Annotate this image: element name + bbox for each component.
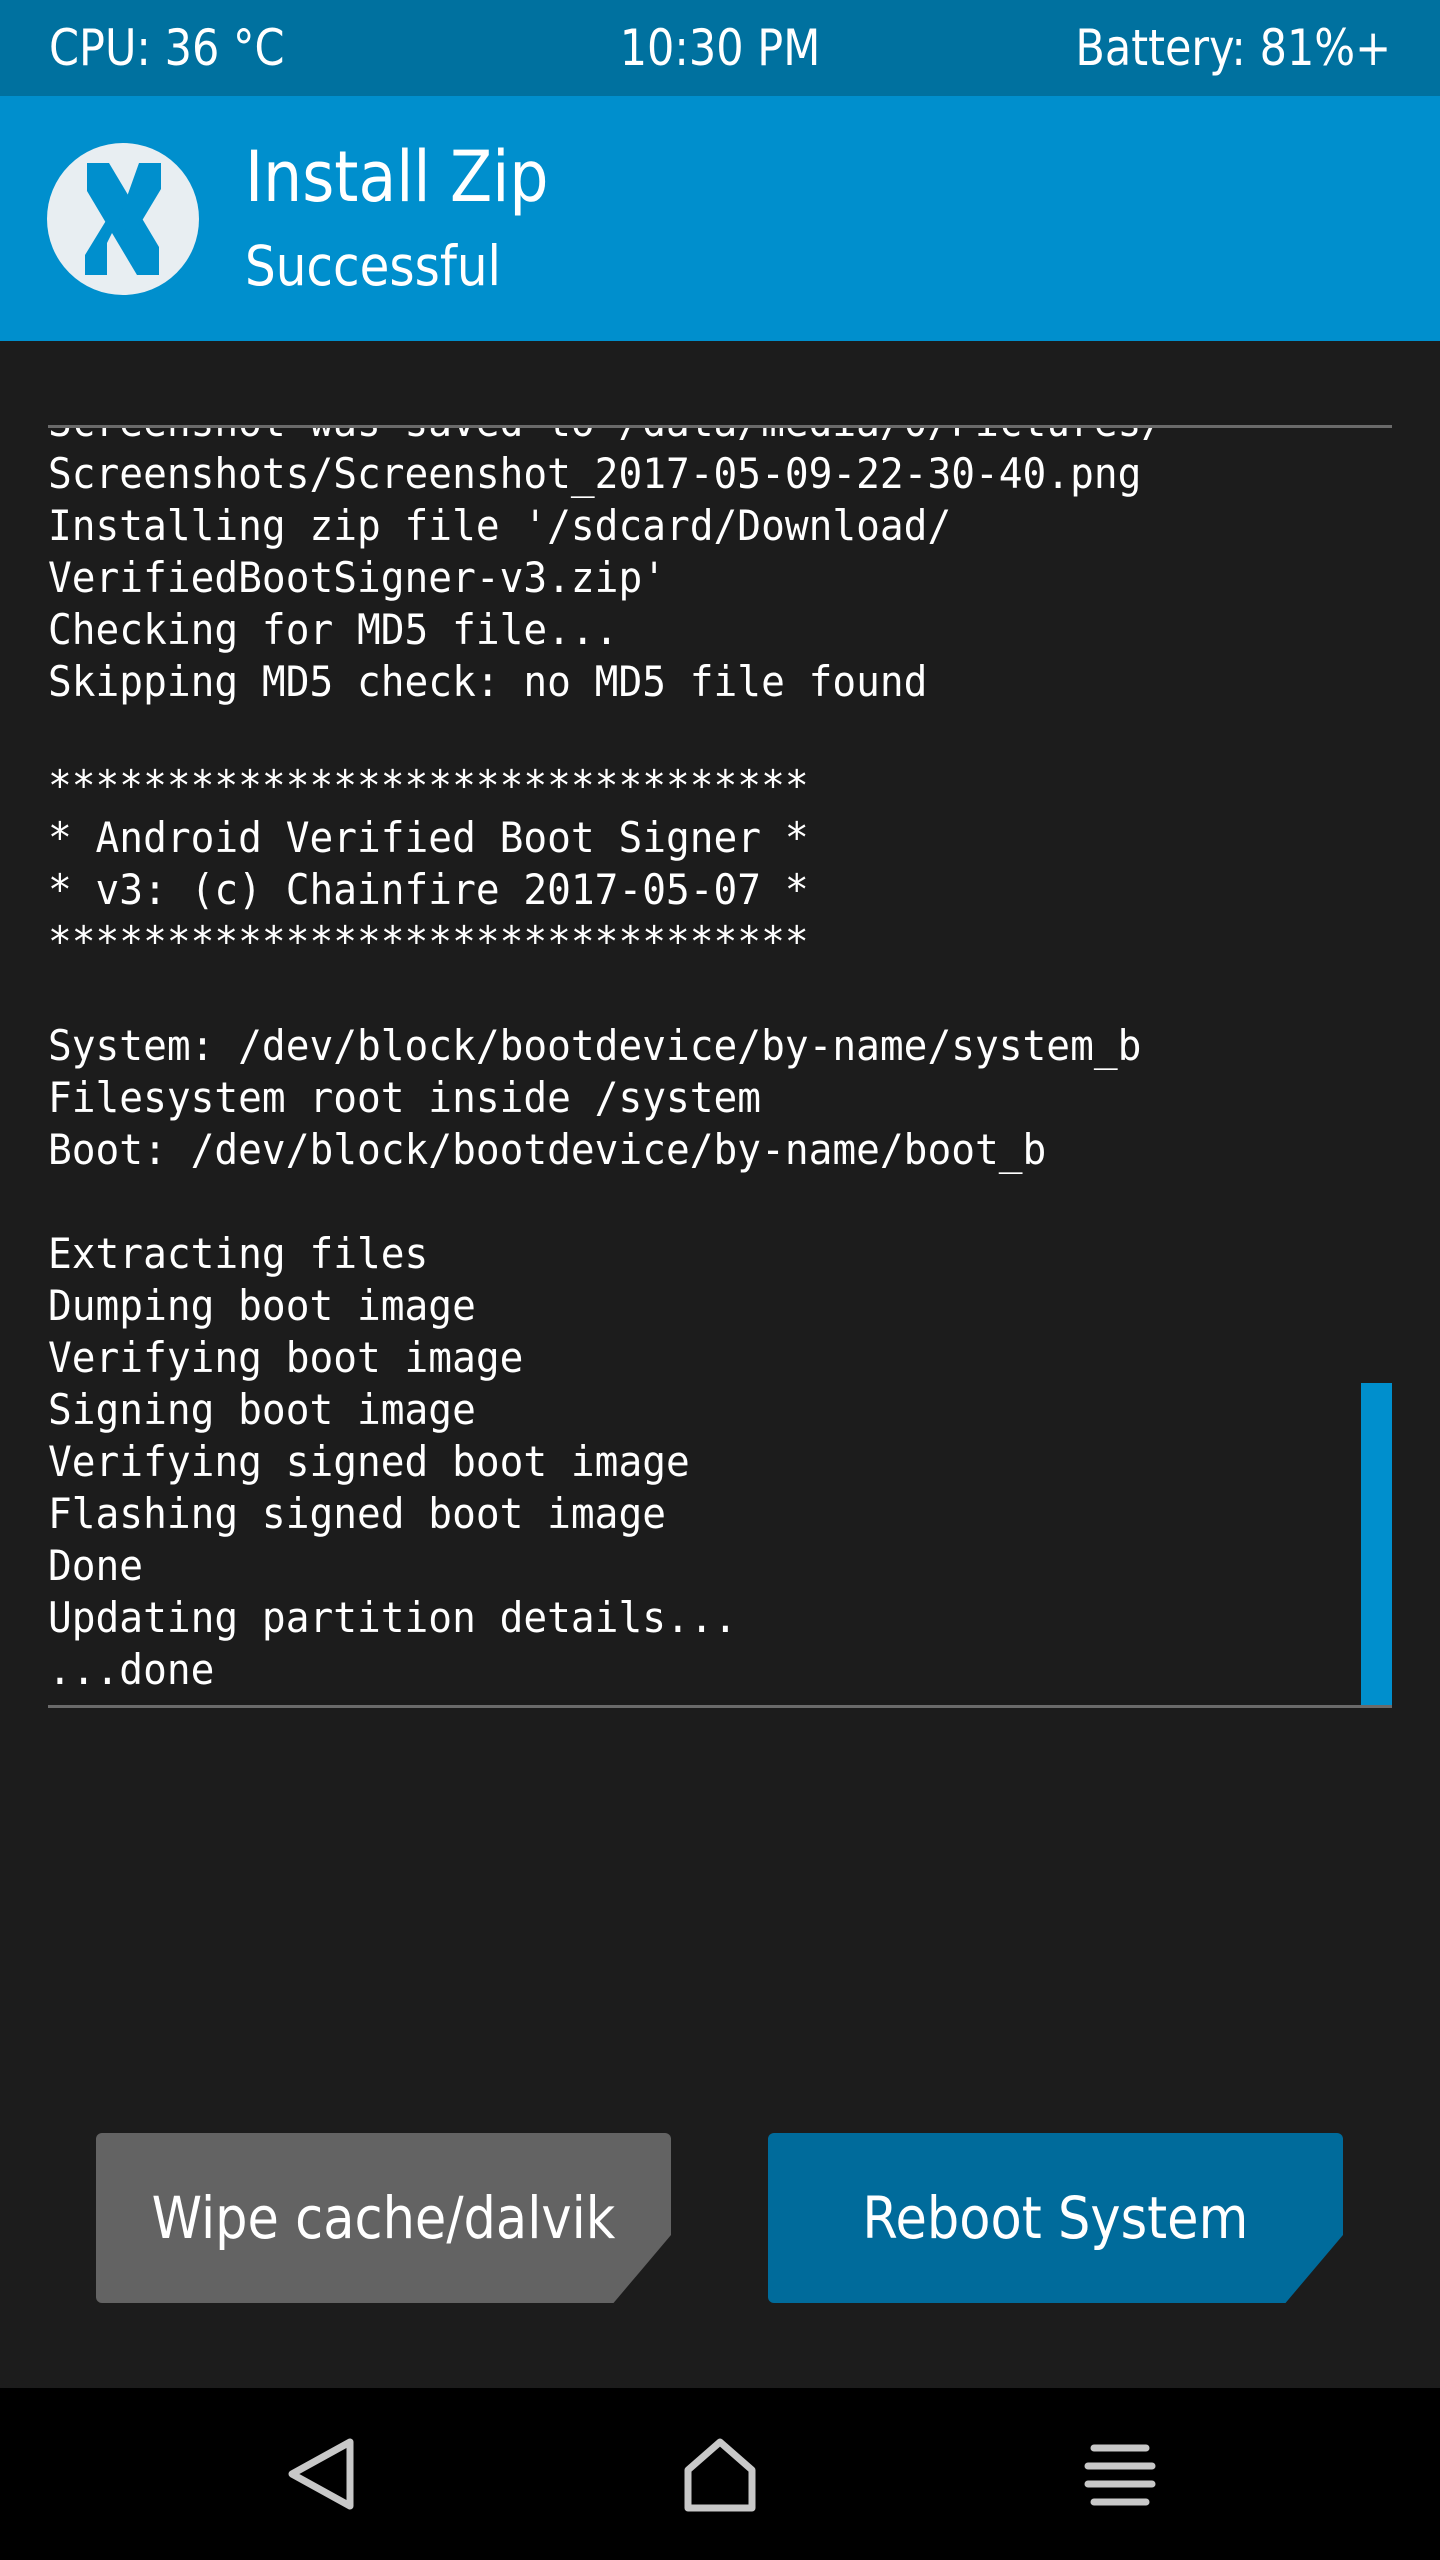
console-line: Updating partition details... [48,1593,738,1642]
status-bar: CPU: 36 °C 10:30 PM Battery: 81%+ [0,0,1440,96]
console-line: Filesystem root inside /system [48,1073,762,1122]
console-line: Skipping MD5 check: no MD5 file found [48,657,928,706]
twrp-logo-icon [47,143,199,295]
console-line: Flashing signed boot image [48,1489,667,1538]
wipe-button-label: Wipe cache/dalvik [151,2184,616,2252]
console-line: ******************************** [48,917,809,966]
console-line: Screenshots/Screenshot_2017-05-09-22-30-… [48,449,1142,498]
console-line: Signing boot image [48,1385,476,1434]
console-line: * v3: (c) Chainfire 2017-05-07 * [48,865,809,914]
console-line: Screenshot was saved to /data/media/0/Pi… [48,428,1165,448]
reboot-system-button[interactable]: Reboot System [768,2133,1343,2303]
back-icon[interactable] [282,2434,362,2514]
page-title: Install Zip [245,136,549,218]
console-line: Verifying boot image [48,1333,524,1382]
console-line: Done [48,1541,144,1590]
console-line: Installing zip file '/sdcard/Download/ [48,501,952,550]
console-line: Extracting files [48,1229,429,1278]
clock: 10:30 PM [619,19,821,77]
navigation-bar [0,2388,1440,2560]
home-icon[interactable] [680,2434,760,2514]
console-line: Boot: /dev/block/bootdevice/by-name/boot… [48,1125,1047,1174]
page-subtitle: Successful [245,234,501,298]
console-line: Verifying signed boot image [48,1437,690,1486]
battery-status: Battery: 81%+ [1075,19,1391,77]
console-log[interactable]: Screenshot was saved to /data/media/0/Pi… [48,425,1392,1708]
console-line: VerifiedBootSigner-v3.zip' [48,553,667,602]
console-line: ******************************** [48,761,809,810]
menu-icon[interactable] [1080,2434,1160,2514]
console-line: System: /dev/block/bootdevice/by-name/sy… [48,1021,1142,1070]
console-line: Dumping boot image [48,1281,476,1330]
console-scrollbar[interactable] [1361,1383,1392,1705]
console-line: * Android Verified Boot Signer * [48,813,809,862]
header: Install Zip Successful [0,96,1440,341]
reboot-button-label: Reboot System [862,2184,1249,2252]
wipe-cache-dalvik-button[interactable]: Wipe cache/dalvik [96,2133,671,2303]
cpu-temperature: CPU: 36 °C [49,19,285,77]
console-lines: Screenshot was saved to /data/media/0/Pi… [48,428,1165,1696]
console-line: Checking for MD5 file... [48,605,619,654]
console-line: ...done [48,1645,215,1694]
